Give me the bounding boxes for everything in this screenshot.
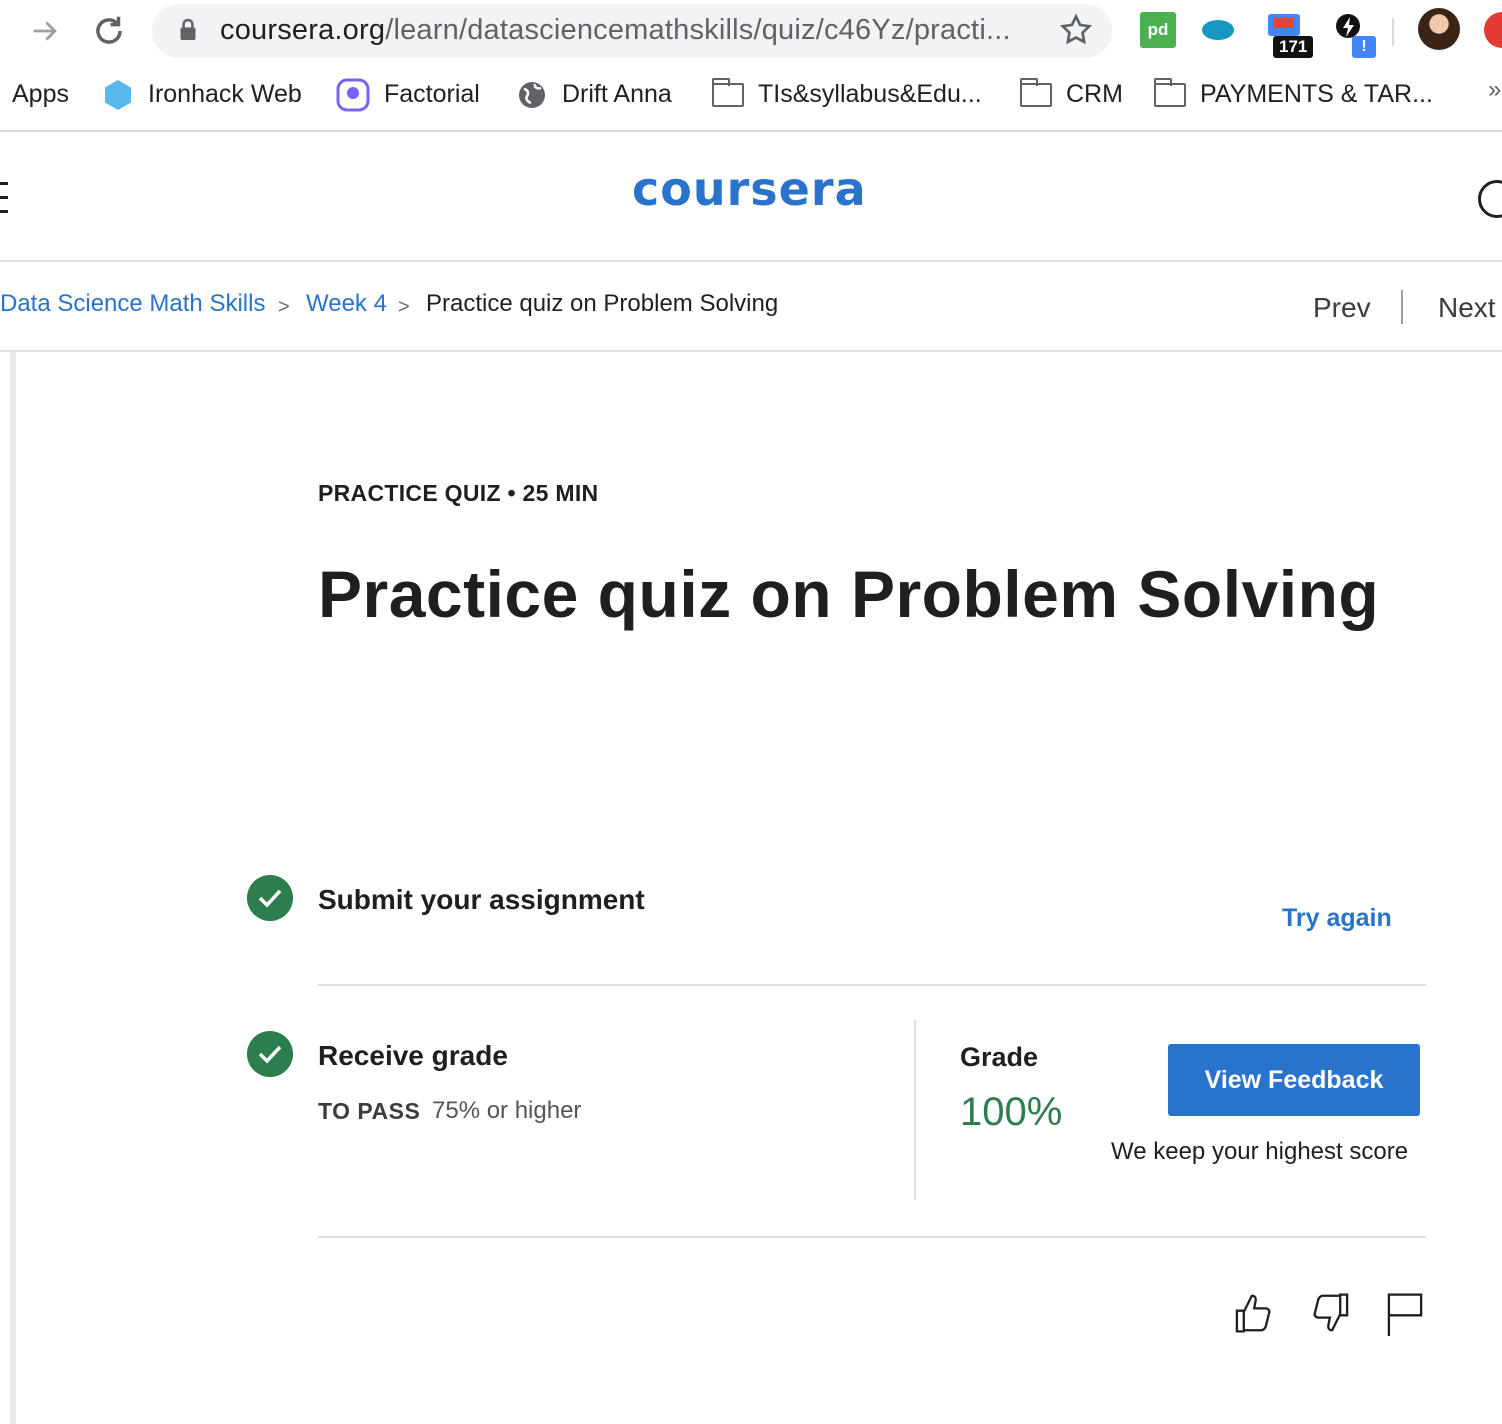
thumbs-down-icon[interactable] [1308, 1290, 1354, 1336]
breadcrumb: Data Science Math Skills > Week 4 > Prac… [0, 262, 1502, 352]
left-rail [10, 352, 16, 1424]
breadcrumb-week[interactable]: Week 4 [306, 290, 387, 318]
bookmark-drift-anna[interactable]: Drift Anna [516, 76, 672, 112]
thumbs-up-icon[interactable] [1230, 1290, 1276, 1336]
chevron-right-icon: > [398, 296, 410, 318]
prev-link[interactable]: Prev [1313, 292, 1371, 324]
url-path: /learn/datasciencemathskills/quiz/c46Yz/… [385, 14, 1011, 46]
folder-icon [1020, 78, 1052, 108]
url-host: coursera.org [220, 14, 386, 46]
bookmark-label: Ironhack Web [148, 80, 302, 108]
search-icon[interactable] [1478, 180, 1502, 218]
quiz-kicker: PRACTICE QUIZ • 25 MIN [318, 480, 599, 506]
step-submit-title: Submit your assignment [318, 884, 645, 915]
bookmark-label: Apps [12, 80, 69, 108]
divider [318, 984, 1426, 986]
breadcrumb-course[interactable]: Data Science Math Skills [0, 290, 265, 318]
bookmark-label: Drift Anna [562, 80, 672, 108]
bookmark-label: CRM [1066, 80, 1123, 108]
url-text[interactable]: coursera.org/learn/datasciencemathskills… [220, 10, 1011, 50]
profile-avatar[interactable] [1418, 8, 1460, 50]
pagerduty-extension-icon[interactable]: pd [1140, 12, 1176, 48]
bolt-alert-badge: ! [1352, 36, 1376, 58]
bookmarks-overflow-icon[interactable]: » [1488, 76, 1501, 104]
bookmarks-bar: Apps Ironhack Web Factorial Drift Anna T… [0, 62, 1502, 132]
bookmark-factorial[interactable]: Factorial [336, 76, 480, 112]
ironhack-icon [105, 80, 131, 111]
step-grade-title: Receive grade [318, 1040, 508, 1071]
folder-icon [712, 78, 744, 108]
prev-next-divider [1401, 290, 1403, 324]
breadcrumb-current: Practice quiz on Problem Solving [426, 290, 779, 317]
bookmark-apps[interactable]: Apps [12, 76, 69, 112]
view-feedback-button[interactable]: View Feedback [1168, 1044, 1420, 1116]
flag-icon[interactable] [1382, 1290, 1428, 1336]
bookmark-folder-tis[interactable]: TIs&syllabus&Edu... [712, 76, 982, 112]
site-header: coursera [0, 132, 1502, 262]
page-title: Practice quiz on Problem Solving [318, 557, 1380, 631]
grade-label: Grade [960, 1042, 1039, 1072]
menu-icon[interactable] [0, 182, 8, 214]
next-link[interactable]: Next [1438, 292, 1496, 324]
folder-icon [1154, 78, 1186, 108]
grade-value: 100% [960, 1090, 1063, 1134]
chevron-right-icon: > [278, 296, 290, 318]
update-extension-icon[interactable] [1484, 12, 1502, 48]
divider [318, 1236, 1426, 1238]
bookmark-label: PAYMENTS & TAR... [1200, 80, 1433, 108]
to-pass-value: 75% or higher [432, 1097, 582, 1124]
forward-arrow-icon[interactable] [28, 14, 62, 48]
toolbar-separator [1392, 18, 1394, 46]
check-icon [247, 1031, 293, 1077]
check-icon [247, 875, 293, 921]
lock-icon[interactable] [178, 17, 198, 43]
reload-icon[interactable] [90, 12, 128, 50]
try-again-link[interactable]: Try again [1282, 904, 1392, 933]
globe-icon [519, 82, 545, 109]
factorial-icon [336, 78, 370, 112]
bookmark-folder-payments[interactable]: PAYMENTS & TAR... [1154, 76, 1433, 112]
gmail-unread-badge: 171 [1273, 36, 1314, 58]
bookmark-star-icon[interactable] [1058, 12, 1094, 48]
salesforce-extension-icon[interactable] [1200, 12, 1236, 48]
highest-score-note: We keep your highest score [1111, 1138, 1409, 1165]
bookmark-label: TIs&syllabus&Edu... [758, 80, 982, 108]
bookmark-folder-crm[interactable]: CRM [1020, 76, 1123, 112]
bookmark-ironhack-web[interactable]: Ironhack Web [102, 76, 302, 112]
bookmark-label: Factorial [384, 80, 480, 108]
browser-toolbar: coursera.org/learn/datasciencemathskills… [0, 0, 1502, 62]
to-pass-label: TO PASS [318, 1098, 421, 1124]
grade-divider [914, 1020, 916, 1200]
coursera-logo[interactable]: coursera [632, 162, 867, 216]
